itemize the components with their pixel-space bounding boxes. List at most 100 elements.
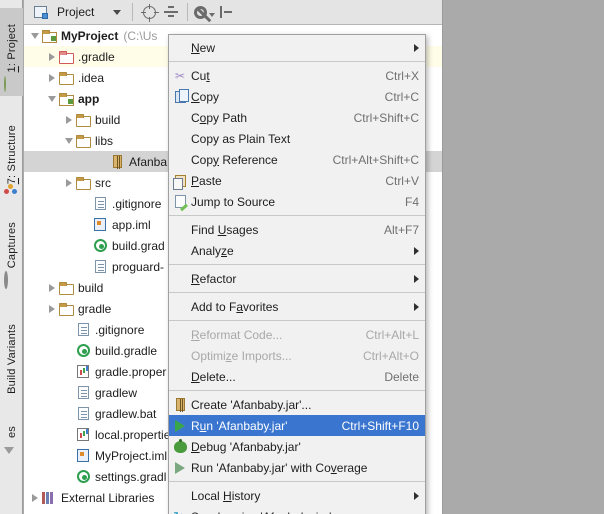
tree-node-label: gradle.proper <box>95 364 167 379</box>
stripe-button-build-variants[interactable]: Build Variants <box>0 302 23 418</box>
stripe-button-label: 7: Structure <box>5 124 18 184</box>
chevron-right-icon <box>31 493 38 502</box>
chevron-right-icon[interactable] <box>414 302 419 311</box>
chevron-right-icon[interactable] <box>414 274 419 283</box>
debug-icon <box>169 438 191 453</box>
menu-item-shortcut: Ctrl+V <box>385 173 419 188</box>
scroll-from-source-button[interactable] <box>138 1 160 23</box>
menu-item-label: Delete... <box>191 369 236 384</box>
properties-icon <box>75 364 91 380</box>
module-folder-icon <box>58 91 74 107</box>
menu-item-create-afanbaby-jar[interactable]: Create 'Afanbaby.jar'... <box>169 394 425 415</box>
properties-icon <box>75 427 91 443</box>
menu-item-label: Jump to Source <box>191 194 276 209</box>
tree-node-label: .gitignore <box>112 196 162 211</box>
chevron-right-icon[interactable] <box>414 43 419 52</box>
stripe-button-label: es <box>5 425 18 438</box>
menu-item-refactor[interactable]: Refactor <box>169 268 425 289</box>
twisty-3[interactable] <box>62 109 75 130</box>
gradle-icon <box>92 238 108 254</box>
twisty-21[interactable] <box>28 487 41 508</box>
stripe-button-es[interactable]: es <box>0 426 23 460</box>
folder-icon <box>75 133 91 149</box>
menu-item-label: Copy Path <box>191 110 248 125</box>
menu-separator <box>169 264 425 265</box>
menu-item-optimize-imports: Optimize Imports... Ctrl+Alt+O <box>169 345 425 366</box>
menu-item-local-history[interactable]: Local History <box>169 485 425 506</box>
folder-excluded-icon <box>58 49 74 65</box>
tree-node-label: libs <box>95 133 114 148</box>
menu-item-synchronize-afanbaby-jar[interactable]: ↻Synchronize 'Afanbaby.jar' <box>169 506 425 514</box>
menu-item-copy-reference[interactable]: Copy Reference Ctrl+Alt+Shift+C <box>169 149 425 170</box>
twisty-2[interactable] <box>45 88 58 109</box>
menu-item-shortcut: Ctrl+C <box>384 89 419 104</box>
twisty-1[interactable] <box>45 67 58 88</box>
menu-item-copy[interactable]: Copy Ctrl+C <box>169 86 425 107</box>
gear-dropdown-arrow-icon[interactable] <box>208 13 215 17</box>
project-view-selector[interactable]: Project <box>24 0 127 24</box>
menu-item-find-usages[interactable]: Find Usages Alt+F7 <box>169 219 425 240</box>
chevron-right-icon <box>48 283 55 292</box>
twisty-6[interactable] <box>62 172 75 193</box>
tree-node-label: build <box>95 112 121 127</box>
tree-node-label: MyProject.iml <box>95 448 168 463</box>
menu-item-debug-afanbaby-jar[interactable]: Debug 'Afanbaby.jar' <box>169 436 425 457</box>
chevron-right-icon <box>48 52 55 61</box>
menu-separator <box>169 292 425 293</box>
menu-item-analyze[interactable]: Analyze <box>169 240 425 261</box>
stripe-button-structure[interactable]: 7: Structure <box>0 106 23 208</box>
menu-item-label: Analyze <box>191 243 234 258</box>
file-icon <box>75 385 91 401</box>
hide-window-button[interactable] <box>215 1 237 23</box>
collapse-all-icon <box>164 6 179 18</box>
coverage-icon <box>169 461 191 474</box>
collapse-all-button[interactable] <box>160 1 182 23</box>
menu-item-shortcut: Ctrl+X <box>385 68 419 83</box>
menu-item-new[interactable]: New <box>169 37 425 58</box>
chevron-down-icon[interactable] <box>113 9 122 15</box>
menu-item-copy-path[interactable]: Copy Path Ctrl+Shift+C <box>169 107 425 128</box>
twisty-12[interactable] <box>45 298 58 319</box>
stripe-button-project[interactable]: 1: Project <box>0 8 23 96</box>
menu-item-jump-to-source[interactable]: Jump to Source F4 <box>169 191 425 212</box>
context-menu[interactable]: New ✂ Cut Ctrl+X Copy Ctrl+C Copy Path Ctrl+Shi… <box>168 34 426 514</box>
twisty-4[interactable] <box>62 130 75 151</box>
tree-node-label: gradlew <box>95 385 138 400</box>
tree-node-label: External Libraries <box>61 490 155 505</box>
settings-button[interactable] <box>193 1 215 23</box>
jar-icon <box>109 154 125 170</box>
chevron-right-icon[interactable] <box>414 491 419 500</box>
twisty-16 <box>62 382 75 403</box>
chevron-down-icon <box>47 95 56 102</box>
tool-window-stripe: 1: Project 7: Structure Captures Build Vari… <box>0 0 23 514</box>
tree-node-label: src <box>95 175 111 190</box>
menu-item-cut[interactable]: ✂ Cut Ctrl+X <box>169 65 425 86</box>
twisty-root[interactable] <box>28 25 41 46</box>
menu-item-run-afanbaby-jar-with-coverage[interactable]: Run 'Afanbaby.jar' with Coverage <box>169 457 425 478</box>
sync-icon: ↻ <box>169 510 191 514</box>
menu-item-paste[interactable]: Paste Ctrl+V <box>169 170 425 191</box>
menu-item-label: Debug 'Afanbaby.jar' <box>191 439 301 454</box>
stripe-button-label: Build Variants <box>5 324 18 394</box>
menu-item-copy-as-plain-text[interactable]: Copy as Plain Text <box>169 128 425 149</box>
chevron-right-icon[interactable] <box>414 246 419 255</box>
folder-icon <box>75 112 91 128</box>
menu-item-run-afanbaby-jar[interactable]: Run 'Afanbaby.jar' Ctrl+Shift+F10 <box>169 415 425 436</box>
project-icon <box>3 76 20 93</box>
stripe-button-captures[interactable]: Captures <box>0 218 23 292</box>
captures-icon <box>3 271 20 289</box>
menu-item-label: Local History <box>191 488 261 503</box>
tree-node-label: proguard- <box>112 259 165 274</box>
menu-item-add-to-favorites[interactable]: Add to Favorites <box>169 296 425 317</box>
tree-node-label: settings.gradl <box>95 469 167 484</box>
hide-window-icon <box>220 6 233 18</box>
ide-window: 1: Project 7: Structure Captures Build Vari… <box>0 0 604 514</box>
twisty-0[interactable] <box>45 46 58 67</box>
twisty-17 <box>62 403 75 424</box>
menu-item-delete[interactable]: Delete... Delete <box>169 366 425 387</box>
folder-icon <box>58 280 74 296</box>
menu-separator <box>169 481 425 482</box>
chevron-down-icon <box>30 32 39 39</box>
twisty-11[interactable] <box>45 277 58 298</box>
twisty-14 <box>62 340 75 361</box>
